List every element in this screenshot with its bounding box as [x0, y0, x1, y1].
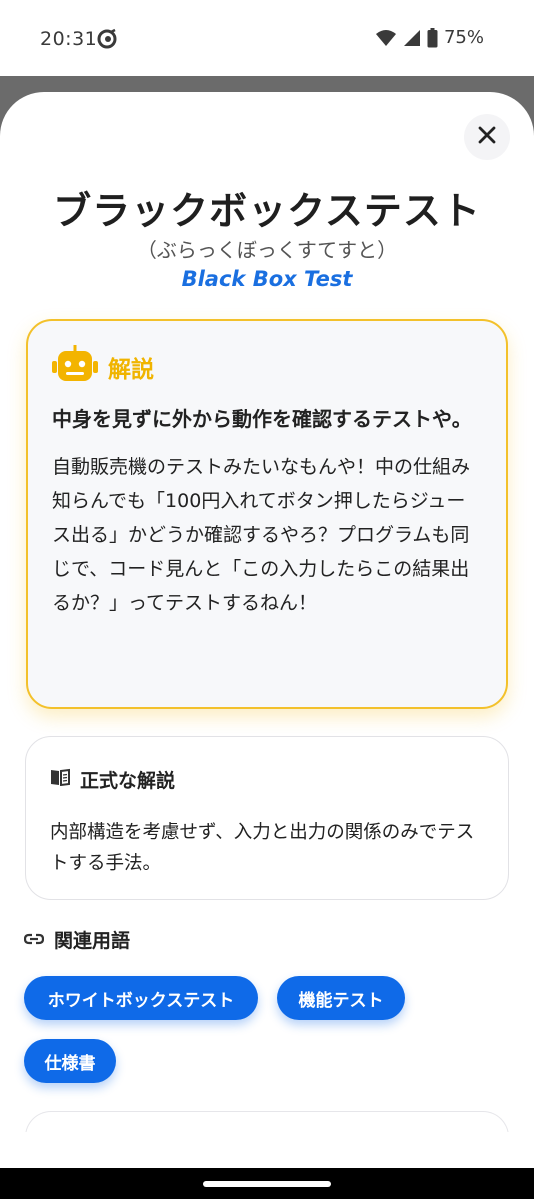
battery-icon — [427, 27, 438, 48]
close-button[interactable] — [464, 114, 510, 160]
home-indicator[interactable] — [203, 1181, 331, 1187]
term-reading: （ぶらっくぼっくすてすと） — [136, 238, 398, 262]
related-terms-title: 関連用語 — [54, 929, 131, 952]
app-icon — [96, 28, 118, 50]
book-icon — [50, 768, 70, 790]
link-icon — [23, 930, 45, 949]
related-term-chip[interactable]: 仕様書 — [24, 1039, 116, 1083]
next-section-card — [25, 1111, 509, 1132]
status-time: 20:31 — [40, 28, 98, 50]
robot-card-title: 解説 — [108, 357, 154, 383]
formal-card-title: 正式な解説 — [80, 769, 176, 792]
term-english: Black Box Test — [181, 267, 353, 291]
screen: 20:31 75% ブラックボックステスト （ぶらっくぼっくすてすと） Blac… — [0, 0, 534, 1199]
related-term-chip[interactable]: 機能テスト — [277, 976, 405, 1020]
robot-icon — [52, 345, 98, 389]
status-bar: 20:31 75% — [0, 0, 534, 76]
related-term-chip[interactable]: ホワイトボックステスト — [24, 976, 258, 1020]
robot-card-summary: 中身を見ずに外から動作を確認するテストや。 — [52, 407, 472, 431]
formal-card-body: 内部構造を考慮せず、入力と出力の関係のみでテストする手法。 — [50, 822, 475, 874]
robot-card-header: 解説 — [52, 345, 482, 389]
related-terms-header: 関連用語 — [23, 924, 131, 954]
formal-explanation-card: 正式な解説 内部構造を考慮せず、入力と出力の関係のみでテストする手法。 — [25, 736, 509, 900]
bottom-band — [0, 1132, 534, 1168]
term-detail-sheet: ブラックボックステスト （ぶらっくぼっくすてすと） Black Box Test — [0, 92, 534, 1132]
signal-icon — [403, 29, 421, 47]
robot-explanation-card: 解説 中身を見ずに外から動作を確認するテストや。 自動販売機のテストみたいなもん… — [26, 319, 508, 709]
wifi-icon — [375, 29, 397, 47]
close-icon — [477, 125, 497, 149]
formal-card-header: 正式な解説 — [50, 763, 484, 795]
term-title: ブラックボックステスト — [53, 189, 481, 233]
robot-card-body: 自動販売機のテストみたいなもんや！中の仕組み知らんでも「100円入れてボタン押し… — [52, 456, 471, 614]
battery-percent: 75% — [443, 27, 484, 48]
